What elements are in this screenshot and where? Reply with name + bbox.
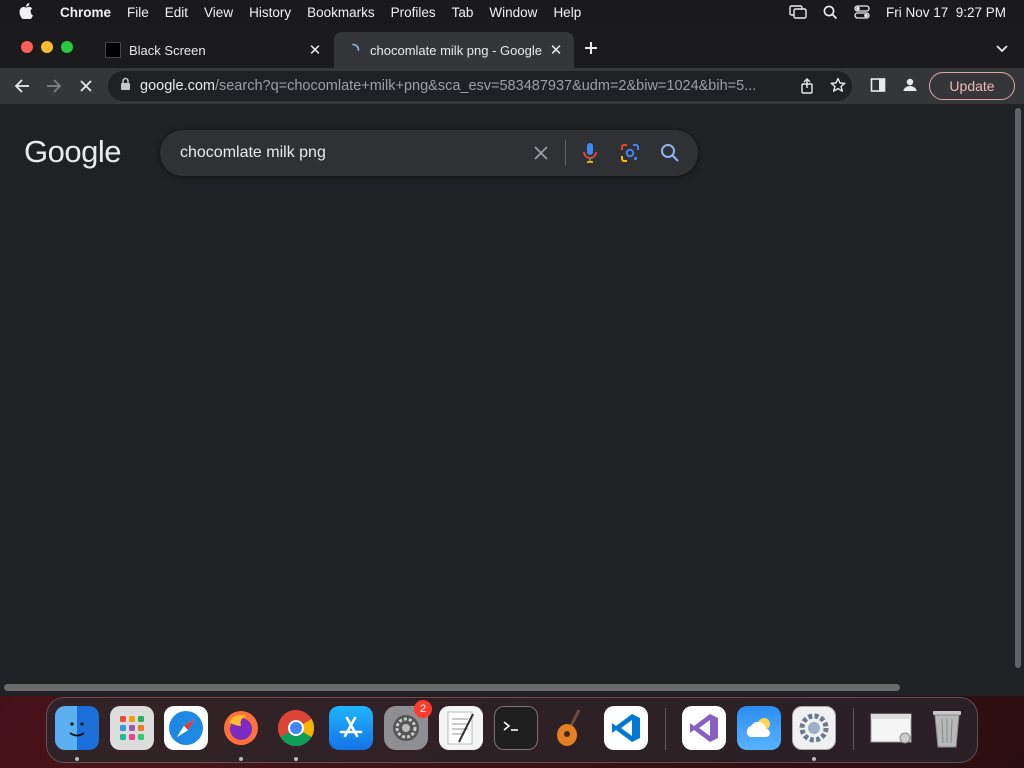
chrome-running-indicator <box>294 757 298 761</box>
garageband-guitar-icon[interactable] <box>549 706 593 750</box>
menubar-clock[interactable]: Fri Nov 17 9:27 PM <box>886 5 1006 20</box>
tab-close-icon[interactable]: ✕ <box>546 41 566 59</box>
back-arrow-icon[interactable] <box>12 76 32 96</box>
microphone-icon[interactable] <box>582 142 598 169</box>
chrome-icon[interactable] <box>274 706 318 750</box>
loading-spinner-icon <box>346 43 360 57</box>
search-box[interactable] <box>160 130 698 176</box>
search-divider <box>565 140 566 166</box>
finder-running-indicator <box>75 757 79 761</box>
menu-window[interactable]: Window <box>489 5 537 20</box>
browser-window: Black Screen ✕ chocomlate milk png - Goo… <box>0 24 1024 696</box>
screen-mirroring-icon[interactable] <box>789 5 807 19</box>
notification-badge: 2 <box>414 700 432 718</box>
address-bar[interactable]: google.com /search?q=chocomlate+milk+png… <box>108 71 852 101</box>
weather-cloud-icon[interactable] <box>737 706 781 750</box>
page-content: Google <box>0 104 1012 688</box>
bookmark-star-icon[interactable] <box>830 77 846 97</box>
apple-menu-icon[interactable] <box>18 2 34 22</box>
browser-toolbar: google.com /search?q=chocomlate+milk+png… <box>0 68 1024 104</box>
trash-icon[interactable] <box>925 706 969 750</box>
tab-google-search[interactable]: chocomlate milk png - Google ✕ <box>334 32 574 68</box>
google-lens-camera-icon[interactable] <box>620 143 640 168</box>
settings-running-indicator <box>812 757 816 761</box>
dock-separator <box>853 708 854 750</box>
vscode-icon[interactable] <box>604 706 648 750</box>
close-window-button[interactable] <box>21 41 33 53</box>
firefox-running-indicator <box>239 757 243 761</box>
search-magnifier-icon[interactable] <box>660 143 680 168</box>
share-icon[interactable] <box>800 78 814 98</box>
safari-compass-icon[interactable] <box>164 706 208 750</box>
menu-history[interactable]: History <box>249 5 291 20</box>
update-button[interactable]: Update <box>929 72 1015 100</box>
google-logo[interactable]: Google <box>24 134 121 170</box>
url-host: google.com <box>140 78 215 94</box>
clear-search-x-icon[interactable] <box>533 145 549 166</box>
tab-title: chocomlate milk png - Google <box>370 42 542 58</box>
vertical-scrollbar-thumb[interactable] <box>1015 108 1021 668</box>
black-square-favicon-icon <box>105 42 121 58</box>
url-path: /search?q=chocomlate+milk+png&sca_esv=58… <box>214 78 757 94</box>
terminal-icon[interactable] <box>494 706 538 750</box>
lock-icon[interactable] <box>120 77 131 95</box>
side-panel-icon[interactable] <box>870 77 886 98</box>
control-center-icon[interactable] <box>854 5 870 19</box>
menu-tab[interactable]: Tab <box>452 5 474 20</box>
menu-edit[interactable]: Edit <box>165 5 188 20</box>
horizontal-scrollbar[interactable] <box>0 680 1012 694</box>
minimize-window-button[interactable] <box>41 41 53 53</box>
menu-file[interactable]: File <box>127 5 149 20</box>
zoom-window-button[interactable] <box>61 41 73 53</box>
search-input[interactable] <box>180 142 520 164</box>
tab-search-chevron-down-icon[interactable] <box>996 40 1008 58</box>
menu-view[interactable]: View <box>204 5 233 20</box>
new-tab-plus-icon[interactable] <box>584 38 598 61</box>
horizontal-scrollbar-thumb[interactable] <box>4 684 900 691</box>
vertical-scrollbar[interactable] <box>1012 104 1024 688</box>
dock-separator <box>665 708 666 750</box>
textedit-icon[interactable] <box>439 706 483 750</box>
menu-help[interactable]: Help <box>553 5 581 20</box>
system-settings-gear-icon[interactable]: 2 <box>384 700 432 750</box>
profile-avatar-icon[interactable] <box>902 77 918 98</box>
menu-bookmarks[interactable]: Bookmarks <box>307 5 375 20</box>
preview-window-icon[interactable] <box>869 706 913 750</box>
stop-loading-x-icon[interactable] <box>76 76 96 96</box>
tab-black-screen[interactable]: Black Screen ✕ <box>93 32 333 68</box>
tab-strip: Black Screen ✕ chocomlate milk png - Goo… <box>0 24 1024 68</box>
visual-studio-icon[interactable] <box>682 706 726 750</box>
forward-arrow-icon[interactable] <box>44 76 64 96</box>
spotlight-search-icon[interactable] <box>823 5 838 20</box>
settings-gear-icon[interactable] <box>792 706 836 750</box>
firefox-icon[interactable] <box>219 706 263 750</box>
app-store-icon[interactable] <box>329 706 373 750</box>
finder-icon[interactable] <box>55 706 99 750</box>
macos-dock: 2 <box>46 697 978 763</box>
macos-menubar: Chrome File Edit View History Bookmarks … <box>0 0 1024 24</box>
tab-close-icon[interactable]: ✕ <box>305 41 325 59</box>
launchpad-icon[interactable] <box>110 706 154 750</box>
menu-app-name[interactable]: Chrome <box>60 5 111 20</box>
menu-profiles[interactable]: Profiles <box>391 5 436 20</box>
tab-title: Black Screen <box>129 42 206 58</box>
